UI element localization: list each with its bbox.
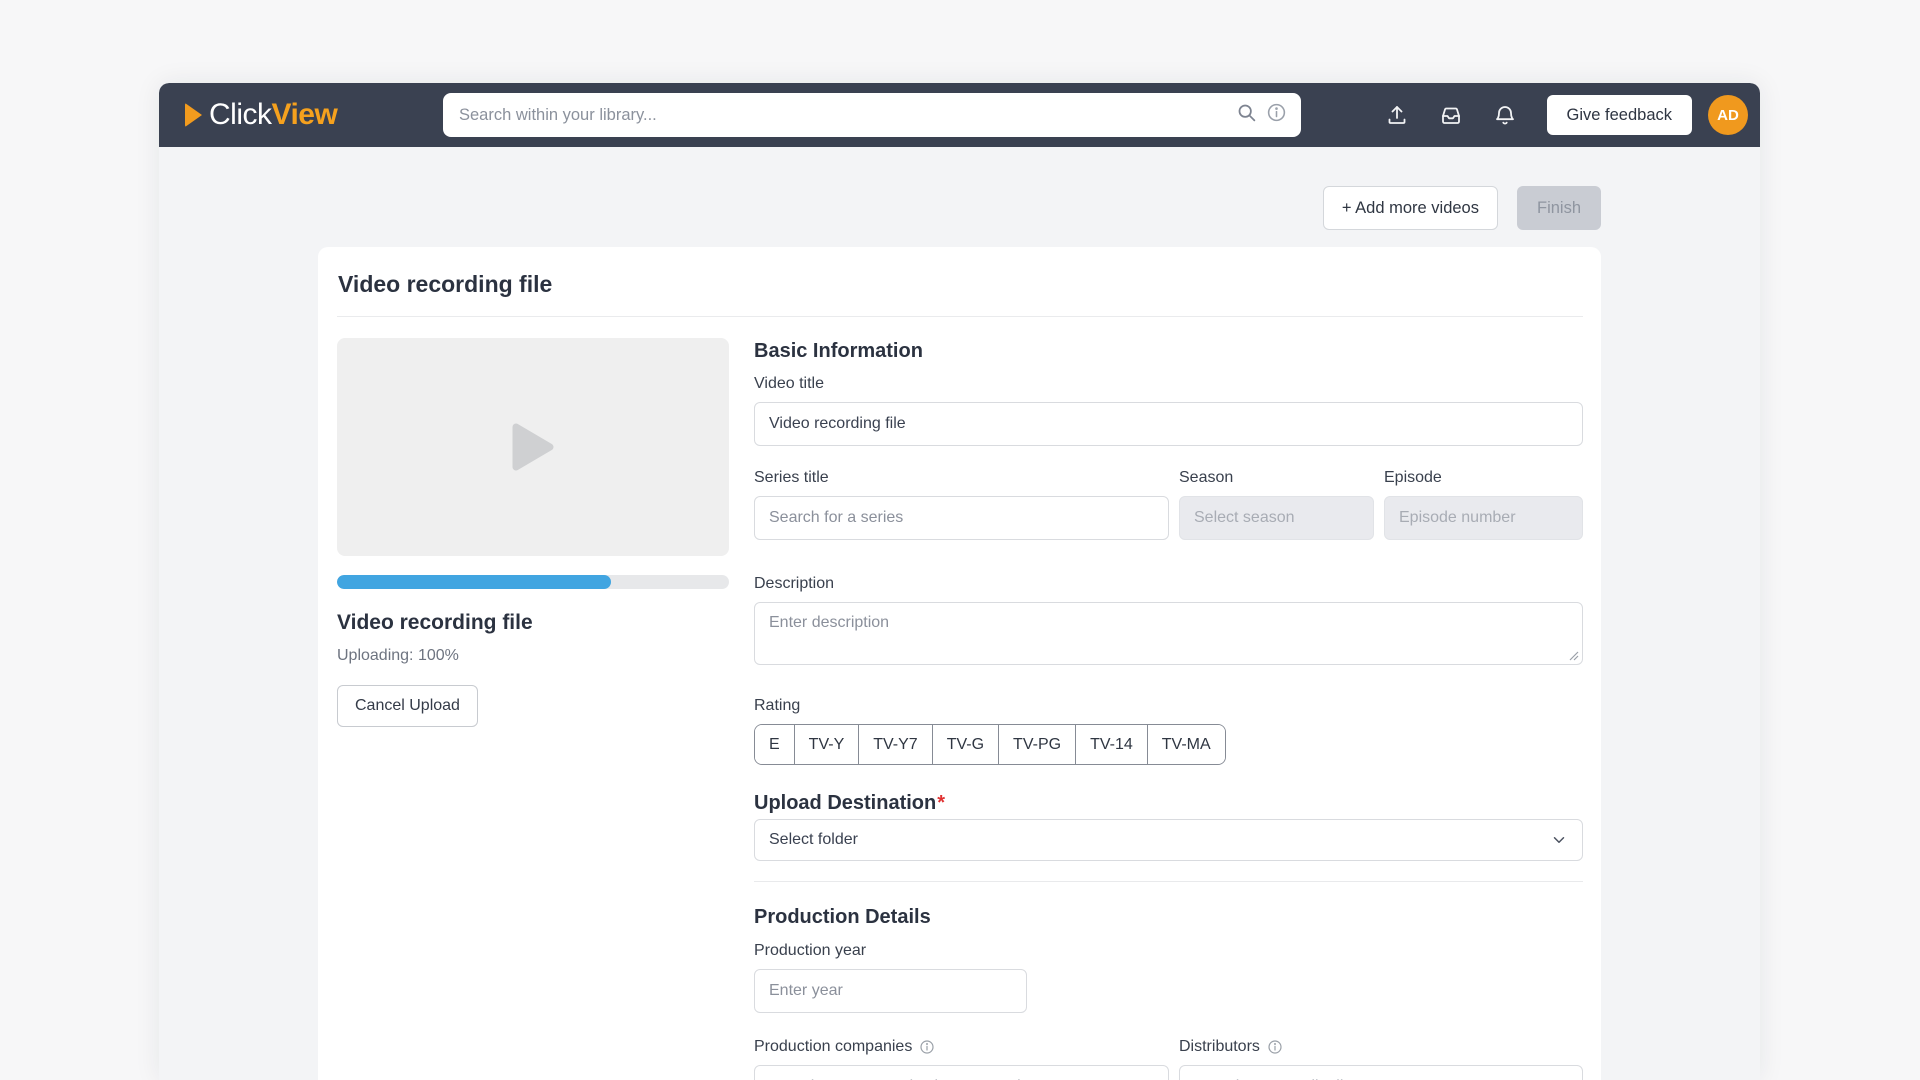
navbar-right-group: Give feedback AD [1385,83,1748,147]
rating-button-group: E TV-Y TV-Y7 TV-G TV-PG TV-14 TV-MA [754,724,1226,765]
inbox-icon[interactable] [1439,103,1463,127]
description-field-group: Description [754,574,1583,665]
season-field-group: Season [1179,468,1374,540]
logo-click: Click [209,98,272,131]
search-icon[interactable] [1236,102,1257,128]
page-actions: + Add more videos Finish [318,186,1601,230]
description-label: Description [754,574,1583,594]
production-year-label: Production year [754,941,1583,961]
upload-destination-value: Select folder [769,831,858,849]
series-title-label: Series title [754,468,1169,488]
upload-preview-panel: Video recording file Uploading: 100% Can… [337,338,729,1080]
user-avatar[interactable]: AD [1708,95,1748,135]
top-navbar: ClickView Give feedback [159,83,1760,147]
distributors-label-text: Distributors [1179,1037,1260,1057]
upload-destination-title: Upload Destination [754,790,936,816]
rating-label: Rating [754,696,1583,716]
search-icons [1236,102,1287,128]
search-info-icon[interactable] [1266,102,1287,128]
upload-destination-select[interactable]: Select folder [754,819,1583,861]
rating-option-e[interactable]: E [755,725,795,764]
card-body: Video recording file Uploading: 100% Can… [337,317,1583,1080]
uploading-file-title: Video recording file [337,610,729,636]
cancel-upload-button[interactable]: Cancel Upload [337,685,478,727]
upload-icon[interactable] [1385,103,1409,127]
upload-progress-bar [337,575,729,589]
card-header: Video recording file [337,247,1583,317]
production-companies-input[interactable] [754,1065,1169,1080]
bell-icon[interactable] [1493,103,1517,127]
rating-option-tv-14[interactable]: TV-14 [1076,725,1148,764]
rating-option-tv-ma[interactable]: TV-MA [1148,725,1225,764]
episode-field-group: Episode [1384,468,1583,540]
clickview-logo[interactable]: ClickView [185,83,337,147]
description-textarea[interactable] [754,602,1583,665]
rating-field-group: Rating E TV-Y TV-Y7 TV-G TV-PG TV-14 TV-… [754,696,1583,765]
upload-card: Video recording file Video recording fil… [318,247,1601,1080]
episode-input [1384,496,1583,540]
season-label: Season [1179,468,1374,488]
play-icon [512,423,554,471]
logo-view: View [272,98,338,131]
episode-label: Episode [1384,468,1583,488]
production-companies-label: Production companies [754,1037,1169,1057]
video-thumbnail [337,338,729,556]
upload-progress-fill [337,575,611,589]
logo-play-icon [185,103,202,127]
video-title-field-group: Video title [754,374,1583,446]
video-title-input[interactable] [754,402,1583,446]
library-search [443,93,1301,137]
required-asterisk: * [937,790,945,816]
production-companies-info-icon[interactable] [919,1039,935,1055]
rating-option-tv-y[interactable]: TV-Y [795,725,860,764]
production-companies-field-group: Production companies [754,1037,1169,1080]
distributors-label: Distributors [1179,1037,1583,1057]
companies-distributors-row: Production companies Distributors [754,1037,1583,1080]
rating-option-tv-g[interactable]: TV-G [933,725,999,764]
finish-button[interactable]: Finish [1517,186,1601,230]
production-year-field-group: Production year [754,941,1583,1013]
series-title-field-group: Series title [754,468,1169,540]
upload-destination-heading: Upload Destination* [754,790,1583,816]
app-shell: ClickView Give feedback [159,83,1760,1080]
production-companies-label-text: Production companies [754,1037,912,1057]
chevron-down-icon [1550,831,1568,849]
series-title-input[interactable] [754,496,1169,540]
production-details-heading: Production Details [754,904,1583,930]
video-title-label: Video title [754,374,1583,394]
distributors-field-group: Distributors [1179,1037,1583,1080]
rating-option-tv-pg[interactable]: TV-PG [999,725,1076,764]
series-season-episode-row: Series title Season Episode [754,468,1583,540]
page-title: Video recording file [338,269,1582,299]
production-year-input[interactable] [754,969,1027,1013]
rating-option-tv-y7[interactable]: TV-Y7 [859,725,932,764]
give-feedback-button[interactable]: Give feedback [1547,95,1692,135]
add-more-videos-button[interactable]: + Add more videos [1323,186,1498,230]
metadata-form: Basic Information Video title Series tit… [754,338,1583,1080]
season-input [1179,496,1374,540]
distributors-input[interactable] [1179,1065,1583,1080]
basic-information-heading: Basic Information [754,338,1583,364]
upload-status-text: Uploading: 100% [337,647,729,665]
logo-text: ClickView [209,98,337,132]
section-divider [754,881,1583,882]
search-input[interactable] [459,106,1236,125]
distributors-info-icon[interactable] [1267,1039,1283,1055]
